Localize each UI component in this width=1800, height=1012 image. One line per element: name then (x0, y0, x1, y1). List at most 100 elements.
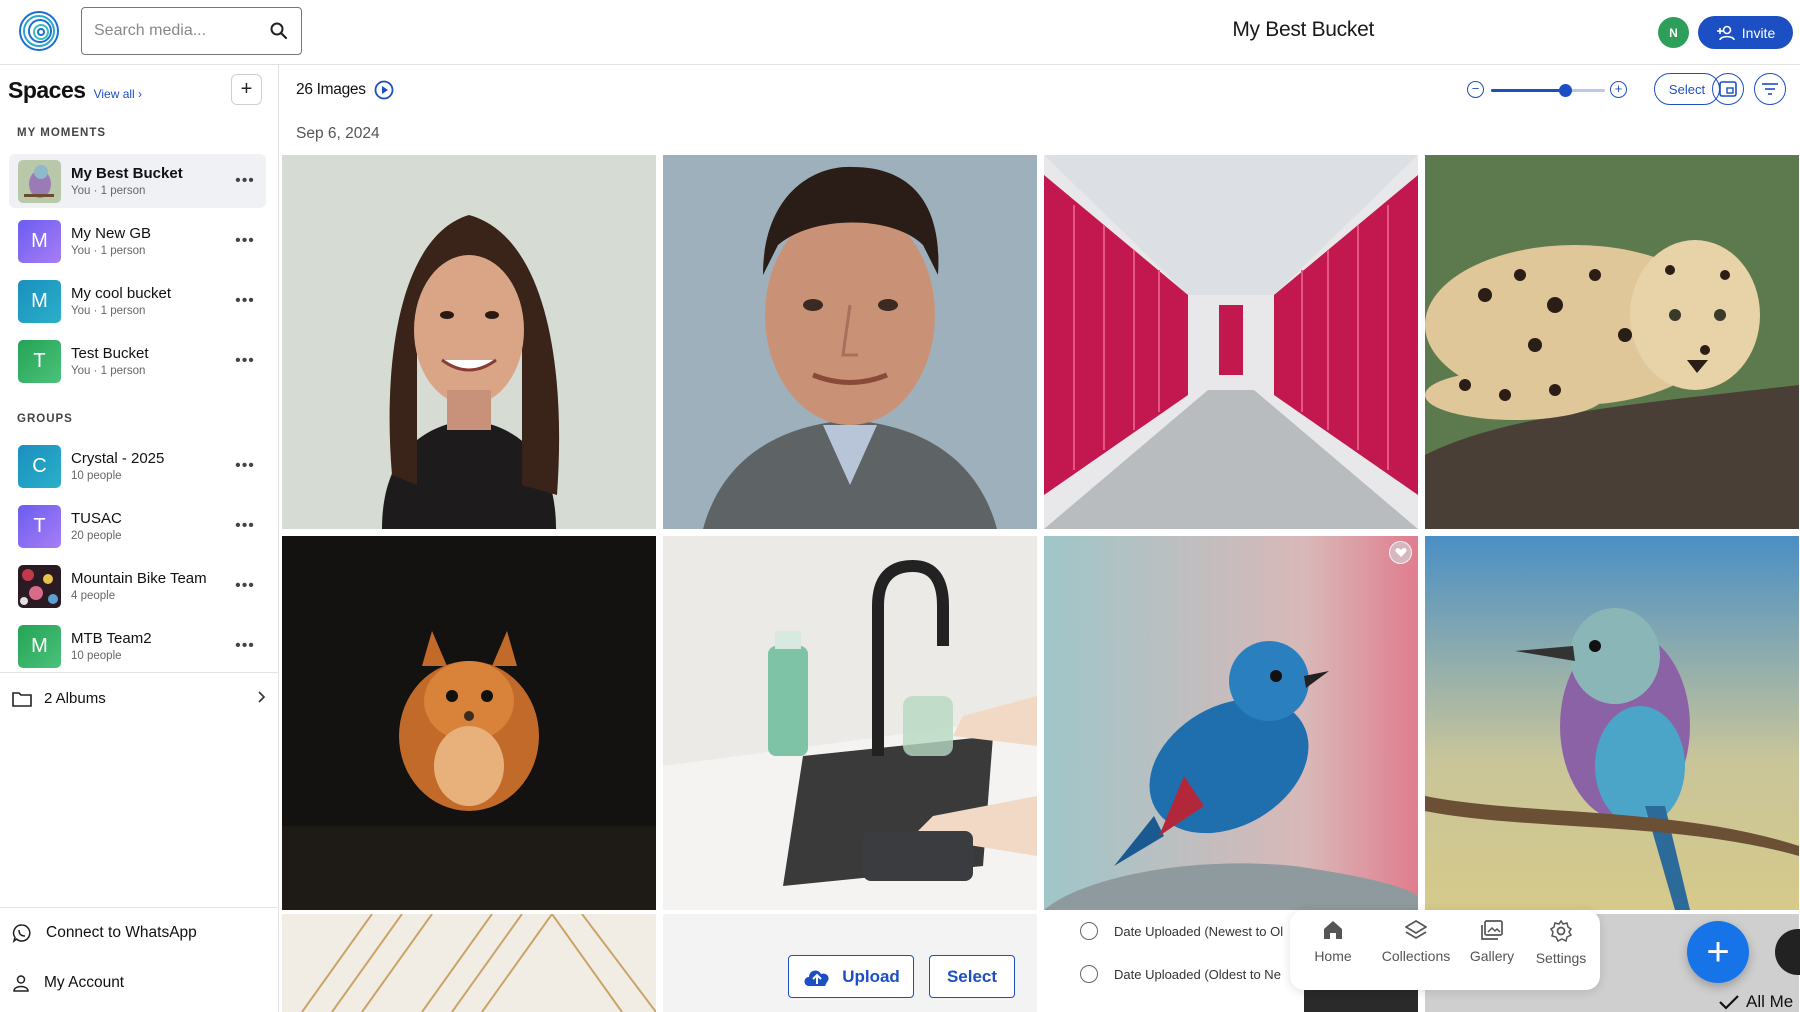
groups-label: GROUPS (17, 413, 73, 425)
photo-man-portrait[interactable] (663, 155, 1037, 529)
picture-frame-icon (1719, 81, 1737, 97)
more-options-icon[interactable]: ••• (230, 517, 260, 535)
app-logo-icon[interactable] (18, 10, 60, 52)
photo-leopard[interactable] (1425, 155, 1799, 529)
space-name: My cool bucket (71, 285, 172, 302)
search-icon[interactable] (269, 21, 289, 41)
more-options-icon[interactable]: ••• (230, 352, 260, 370)
zoom-slider[interactable] (1491, 84, 1605, 97)
radio-icon[interactable] (1080, 965, 1098, 983)
zoom-in-icon[interactable]: + (1610, 81, 1627, 98)
space-name: My Best Bucket (71, 165, 183, 182)
zoom-out-icon[interactable]: − (1467, 81, 1484, 98)
heart-icon[interactable] (1389, 541, 1412, 564)
group-members: 10 people (71, 650, 122, 662)
space-avatar: T (18, 339, 61, 383)
more-options-icon[interactable]: ••• (230, 172, 260, 190)
my-account-label: My Account (44, 974, 125, 991)
create-fab-button[interactable]: + (1687, 921, 1749, 983)
photo-lilac-roller-bird[interactable] (1425, 536, 1799, 910)
top-bar: Search media... My Best Bucket N Invite (0, 0, 1800, 65)
geometric-lines-icon (282, 914, 656, 1012)
add-space-button[interactable]: + (231, 74, 262, 105)
space-item-test-bucket[interactable]: T Test Bucket You · 1 person ••• (9, 334, 266, 388)
image-count-label: 26 Images (296, 81, 366, 98)
view-mode-button[interactable] (1712, 73, 1744, 105)
man-portrait-icon (663, 155, 1037, 529)
space-item-my-best-bucket[interactable]: My Best Bucket You · 1 person ••• (9, 154, 266, 208)
nav-home[interactable]: Home (1293, 920, 1373, 964)
bucket-title: My Best Bucket (1232, 18, 1374, 41)
space-members: You · 1 person (71, 245, 146, 257)
space-avatar-bird (18, 159, 61, 203)
sink-cleaning-icon (663, 536, 1037, 910)
view-all-link[interactable]: View all › (94, 87, 142, 101)
chevron-right-icon (258, 691, 266, 703)
group-avatar-pattern (18, 564, 61, 608)
nav-settings[interactable]: Settings (1521, 920, 1601, 966)
storage-hallway-icon (1044, 155, 1418, 529)
photo-storage-hallway[interactable] (1044, 155, 1418, 529)
sort-options-panel: Date Uploaded (Newest to Ol Date Uploade… (1044, 912, 1304, 1012)
space-avatar: M (18, 219, 61, 263)
space-name: Test Bucket (71, 345, 149, 362)
space-avatar: M (18, 279, 61, 323)
user-avatar[interactable]: N (1658, 17, 1689, 48)
nav-collections[interactable]: Collections (1376, 920, 1456, 964)
search-placeholder: Search media... (94, 22, 207, 39)
group-item-tusac[interactable]: T TUSAC 20 people ••• (9, 499, 266, 553)
group-item-mountain-bike-team[interactable]: Mountain Bike Team 4 people ••• (9, 559, 266, 613)
invite-button[interactable]: Invite (1698, 16, 1793, 49)
person-icon (13, 975, 29, 992)
nav-collections-label: Collections (1381, 948, 1451, 964)
photo-woman-portrait[interactable] (282, 155, 656, 529)
space-item-my-new-gb[interactable]: M My New GB You · 1 person ••• (9, 214, 266, 268)
whatsapp-link[interactable]: Connect to WhatsApp (0, 908, 279, 958)
all-me-option[interactable]: All Me (1718, 992, 1793, 1012)
nav-gallery-label: Gallery (1469, 948, 1515, 964)
sort-option-newest[interactable]: Date Uploaded (Newest to Ol (1080, 922, 1283, 940)
more-options-icon[interactable]: ••• (230, 457, 260, 475)
woman-portrait-icon (282, 155, 656, 529)
filter-button[interactable] (1754, 73, 1786, 105)
group-name: Crystal - 2025 (71, 450, 165, 467)
squirrel-icon (282, 536, 656, 910)
select-photos-button[interactable]: Select (929, 955, 1015, 998)
invite-label: Invite (1741, 24, 1776, 41)
more-options-icon[interactable]: ••• (230, 232, 260, 250)
more-options-icon[interactable]: ••• (230, 637, 260, 655)
add-person-icon (1716, 25, 1735, 40)
photo-squirrel[interactable] (282, 536, 656, 910)
gallery-toolbar: 26 Images − + Select (280, 65, 1800, 113)
leopard-icon (1425, 155, 1799, 529)
space-item-my-cool-bucket[interactable]: M My cool bucket You · 1 person ••• (9, 274, 266, 328)
layers-icon (1405, 920, 1427, 939)
sort-option-oldest[interactable]: Date Uploaded (Oldest to Ne (1080, 965, 1281, 983)
radio-icon[interactable] (1080, 922, 1098, 940)
search-input[interactable]: Search media... (81, 7, 302, 55)
photo-geometric-pattern[interactable] (282, 914, 656, 1012)
zoom-slider-thumb[interactable] (1559, 84, 1573, 97)
my-moments-label: MY MOMENTS (17, 127, 107, 139)
sidebar-bottom-links: Connect to WhatsApp My Account (0, 907, 279, 1008)
nav-settings-label: Settings (1535, 950, 1587, 966)
more-options-icon[interactable]: ••• (230, 577, 260, 595)
sort-option-label: Date Uploaded (Oldest to Ne (1114, 966, 1281, 982)
group-item-mtb-team2[interactable]: M MTB Team2 10 people ••• (9, 619, 266, 673)
my-account-link[interactable]: My Account (0, 958, 279, 1008)
play-slideshow-icon[interactable] (374, 80, 394, 100)
photo-sink-cleaning[interactable] (663, 536, 1037, 910)
albums-row[interactable]: 2 Albums (0, 672, 279, 724)
photo-blue-bird[interactable] (1044, 536, 1418, 910)
upload-button[interactable]: Upload (788, 955, 914, 998)
nav-home-label: Home (1314, 948, 1352, 964)
select-button[interactable]: Select (1654, 73, 1720, 105)
group-members: 4 people (71, 590, 116, 602)
checkmark-icon (1719, 995, 1739, 1010)
group-members: 10 people (71, 470, 122, 482)
upload-cloud-icon (804, 969, 829, 986)
plus-icon: + (240, 78, 253, 100)
nav-gallery[interactable]: Gallery (1452, 920, 1532, 964)
more-options-icon[interactable]: ••• (230, 292, 260, 310)
group-item-crystal-2025[interactable]: C Crystal - 2025 10 people ••• (9, 439, 266, 493)
